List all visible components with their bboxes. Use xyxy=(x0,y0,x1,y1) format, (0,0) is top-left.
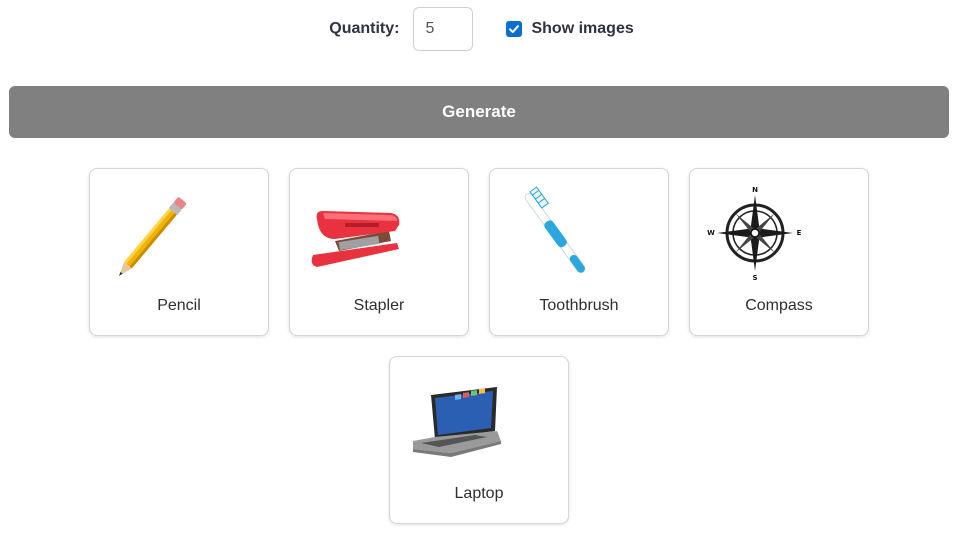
compass-letter-s: S xyxy=(752,274,757,282)
show-images-toggle[interactable]: Show images xyxy=(506,20,634,38)
item-label: Pencil xyxy=(157,297,201,314)
quantity-input[interactable] xyxy=(413,7,474,51)
quantity-label: Quantity: xyxy=(329,20,400,37)
item-label: Toothbrush xyxy=(539,297,619,314)
item-card-toothbrush[interactable]: Toothbrush xyxy=(489,168,669,336)
compass-letter-e: E xyxy=(797,229,802,237)
stapler-icon xyxy=(311,211,400,267)
compass-letter-w: W xyxy=(707,229,715,237)
compass-rose-icon: N E S W xyxy=(707,186,802,282)
item-label: Laptop xyxy=(454,485,504,502)
item-label: Stapler xyxy=(353,297,405,314)
item-card-pencil[interactable]: Pencil xyxy=(89,168,269,336)
laptop-icon xyxy=(413,387,501,457)
pencil-icon xyxy=(119,197,187,276)
generate-button[interactable]: Generate xyxy=(9,86,949,138)
item-card-stapler[interactable]: Stapler xyxy=(289,168,469,336)
checkmark-icon xyxy=(509,25,520,33)
item-card-laptop[interactable]: Laptop xyxy=(389,356,569,524)
item-grid: Pencil Stapler Toothbrush N E S W Compas… xyxy=(89,168,869,524)
item-card-compass[interactable]: N E S W Compass xyxy=(689,168,869,336)
show-images-label: Show images xyxy=(531,20,634,37)
controls-bar: Quantity: Show images xyxy=(0,7,963,51)
show-images-checkbox[interactable] xyxy=(506,21,523,37)
item-label: Compass xyxy=(745,297,813,314)
toothbrush-icon xyxy=(524,186,586,274)
compass-letter-n: N xyxy=(752,186,758,194)
